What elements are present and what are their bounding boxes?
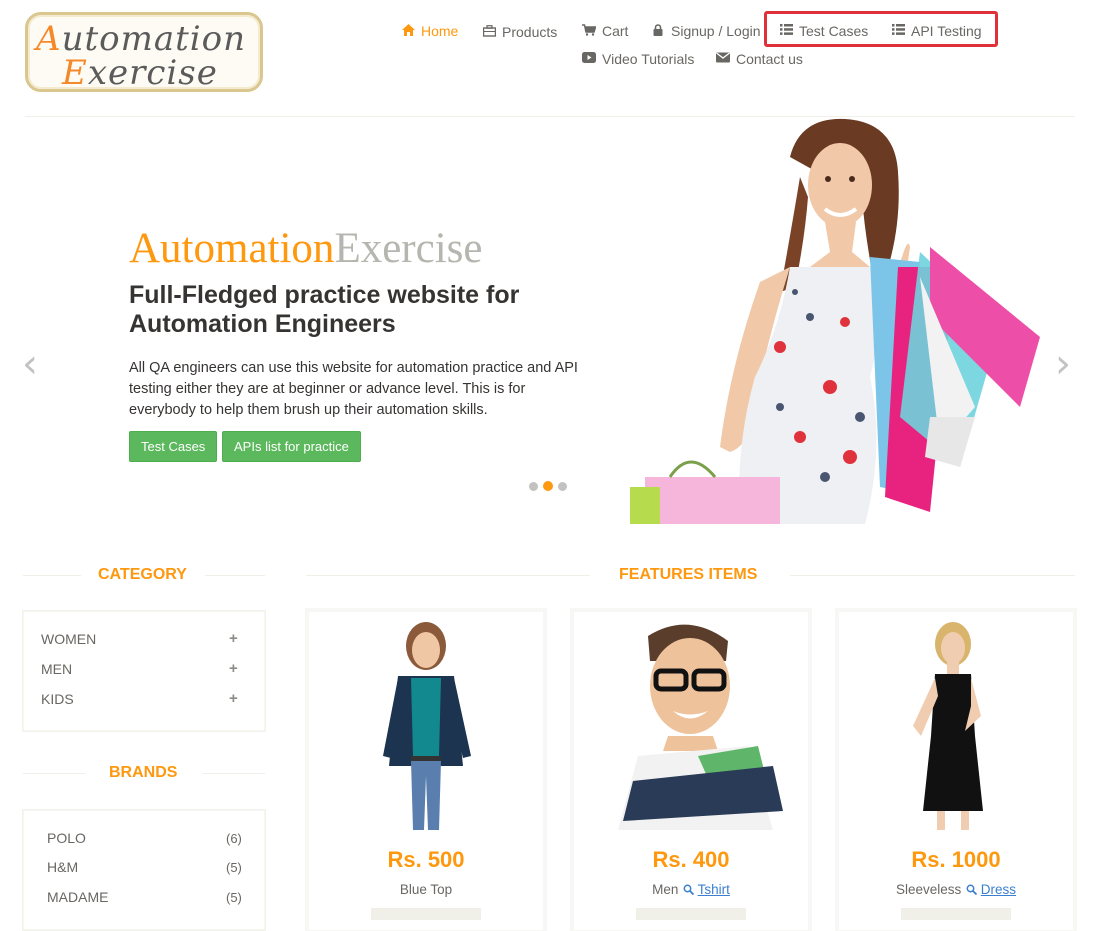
brand-item-polo[interactable]: POLO — [47, 830, 86, 846]
nav-products[interactable]: Products — [482, 24, 557, 40]
category-title-line-right — [205, 575, 265, 576]
product-name-2-text: Men — [652, 882, 679, 897]
features-title: FEATURES ITEMS — [619, 566, 758, 583]
slider-indicators — [529, 481, 567, 491]
plus-icon[interactable]: + — [229, 660, 238, 677]
product-name-1-text: Blue Top — [399, 882, 453, 897]
nav-video-tutorials-label: Video Tutorials — [602, 51, 695, 67]
brands-title-line-left — [23, 773, 85, 774]
annotation-highlight-box — [764, 11, 998, 47]
category-item-women[interactable]: WOMEN — [41, 631, 96, 647]
nav-products-label: Products — [502, 24, 558, 40]
slider-dot-1[interactable] — [529, 481, 538, 491]
product-name-3-text: Sleeveless — [895, 882, 962, 897]
slider-prev-arrow[interactable]: ‹ — [22, 344, 38, 384]
nav-home-label: Home — [421, 23, 459, 39]
product-name-1: Blue Top — [308, 882, 544, 897]
product-image-men-tshirt — [578, 616, 804, 830]
brands-title: BRANDS — [109, 764, 178, 781]
product-image-blue-top — [313, 616, 539, 830]
slider-dot-3[interactable] — [558, 481, 567, 491]
product-price-1: Rs. 500 — [387, 847, 465, 872]
category-item-kids[interactable]: KIDS — [41, 691, 74, 707]
slider-apis-list-button[interactable]: APIs list for practice — [222, 431, 361, 462]
nav-contact-us-label: Contact us — [736, 51, 803, 67]
category-title: CATEGORY — [98, 566, 187, 583]
slider-brand-exercise: Exercise — [334, 225, 483, 272]
category-title-line-left — [23, 575, 81, 576]
add-to-cart-button-3[interactable] — [901, 908, 1011, 920]
slider-next-arrow[interactable]: › — [1055, 344, 1071, 384]
logo-text-2: xercise — [87, 53, 218, 93]
cart-icon — [582, 23, 597, 39]
brand-item-madame[interactable]: MADAME — [47, 889, 108, 905]
slider-brand-automation: Automation — [129, 225, 335, 272]
search-icon — [965, 883, 977, 898]
briefcase-icon — [482, 24, 496, 40]
nav-cart-label: Cart — [602, 23, 629, 39]
slider-test-cases-button[interactable]: Test Cases — [129, 431, 218, 462]
product-image-sleeveless-dress — [843, 616, 1069, 830]
category-item-men[interactable]: MEN — [41, 661, 72, 677]
logo-cap-e: E — [62, 53, 88, 93]
slider-description: All QA engineers can use this website fo… — [129, 360, 578, 418]
product-category-link-dress[interactable]: Dress — [981, 882, 1016, 897]
home-icon — [401, 23, 415, 39]
slider-brand-title: AutomationExercise — [129, 224, 482, 273]
slider-dot-2-active[interactable] — [543, 481, 553, 491]
nav-signup-label: Signup / Login — [671, 23, 761, 39]
nav-video-tutorials[interactable]: Video Tutorials — [582, 51, 694, 67]
hero-shopping-girl-image — [630, 117, 1050, 524]
slider-heading: Full-Fledged practice website for Automa… — [129, 281, 520, 338]
nav-home[interactable]: Home — [401, 23, 458, 39]
add-to-cart-button-2[interactable] — [636, 908, 746, 920]
features-title-line-right — [790, 575, 1075, 576]
nav-contact-us[interactable]: Contact us — [716, 51, 803, 67]
brand-count-hm: (5) — [226, 860, 242, 875]
add-to-cart-button-1[interactable] — [371, 908, 481, 920]
product-category-link-tshirt[interactable]: Tshirt — [698, 882, 730, 897]
nav-signup-login[interactable]: Signup / Login — [651, 23, 761, 39]
brands-title-line-right — [203, 773, 265, 774]
logo-line-2: Exercise — [62, 53, 218, 93]
brand-item-hm[interactable]: H&M — [47, 859, 78, 875]
logo-cap-a: A — [36, 19, 62, 59]
lock-icon — [651, 23, 665, 39]
plus-icon[interactable]: + — [229, 630, 238, 647]
nav-cart[interactable]: Cart — [582, 23, 628, 39]
youtube-play-icon — [582, 52, 596, 66]
site-logo[interactable]: Automation Exercise — [25, 12, 263, 93]
brand-count-madame: (5) — [226, 890, 242, 905]
plus-icon[interactable]: + — [229, 690, 238, 707]
product-name-2: Men Tshirt — [573, 882, 809, 898]
brand-count-polo: (6) — [226, 831, 242, 846]
product-price-2: Rs. 400 — [652, 847, 730, 872]
search-icon — [682, 883, 694, 898]
envelope-icon — [716, 52, 730, 66]
product-name-3: Sleeveless Dress — [838, 882, 1074, 898]
features-title-line-left — [306, 575, 590, 576]
product-price-3: Rs. 1000 — [911, 847, 1001, 872]
